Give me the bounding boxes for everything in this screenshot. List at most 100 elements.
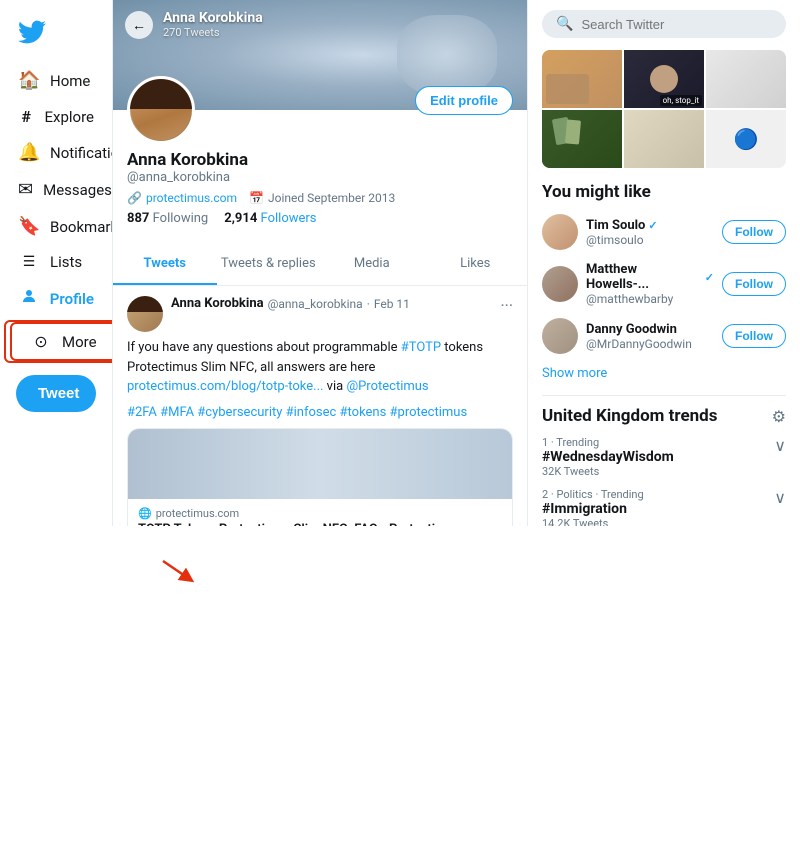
sidebar-item-home[interactable]: 🏠 Home (0, 62, 112, 99)
avatar-face (131, 80, 191, 140)
followers-stat[interactable]: 2,914 Followers (224, 211, 316, 226)
trends-header: United Kingdom trends ⚙ (542, 406, 786, 426)
verified-icon-tim: ✓ (648, 219, 657, 232)
photo-cell-6: 🔵 (706, 110, 786, 168)
trends-title: United Kingdom trends (542, 406, 717, 426)
profile-nav-bar: ← Anna Korobkina 270 Tweets (113, 4, 527, 45)
tweet-mention[interactable]: @Protectimus (346, 379, 428, 394)
link-card-body: 🌐 protectimus.com TOTP Tokens Protectimu… (128, 499, 512, 527)
person-icon (18, 287, 40, 310)
matthew-name: Matthew Howells-... ✓ (586, 262, 714, 292)
tweet-button[interactable]: Tweet (16, 375, 96, 412)
tweet-more-button[interactable]: ··· (500, 296, 513, 315)
sidebar-item-label: Profile (50, 290, 94, 308)
following-label: Following (153, 211, 209, 226)
photo-text-2: oh, stop_it (660, 95, 702, 106)
profile-stats: 887 Following 2,914 Followers (127, 211, 513, 226)
twitter-logo (0, 10, 66, 58)
back-button[interactable]: ← (125, 11, 153, 39)
tweet-hashtag1[interactable]: #TOTP (401, 340, 441, 355)
search-input[interactable] (581, 17, 772, 32)
link-card-domain: 🌐 protectimus.com (138, 507, 502, 520)
tweet-author-avatar (127, 296, 163, 332)
trend-1-expand-icon[interactable]: ∨ (774, 436, 786, 455)
sidebar: 🏠 Home # Explore 🔔 Notifications ✉ Messa… (0, 0, 113, 526)
tweet-author-name: Anna Korobkina (171, 296, 264, 311)
profile-joined: 📅 Joined September 2013 (249, 191, 395, 205)
follow-button-danny[interactable]: Follow (722, 324, 786, 348)
sidebar-item-lists[interactable]: ☰ Lists (0, 245, 112, 279)
link-card-image-inner (128, 429, 512, 499)
trend-item-1: 1 · Trending #WednesdayWisdom 32K Tweets… (542, 436, 786, 478)
profile-nav-name: Anna Korobkina (163, 10, 263, 26)
follow-item-matthew: Matthew Howells-... ✓ @matthewbarby Foll… (542, 262, 786, 306)
tim-name: Tim Soulo ✓ (586, 218, 714, 233)
sidebar-item-label: Bookmarks (50, 218, 113, 236)
tweet-link[interactable]: protectimus.com/blog/totp-toke... (127, 379, 323, 394)
trend-1-name[interactable]: #WednesdayWisdom (542, 449, 674, 465)
avatar-area: Edit profile (113, 76, 527, 144)
follow-button-tim[interactable]: Follow (722, 220, 786, 244)
sidebar-item-explore[interactable]: # Explore (0, 99, 112, 134)
profile-nav-info: Anna Korobkina 270 Tweets (163, 10, 263, 39)
divider (542, 395, 786, 396)
following-stat[interactable]: 887 Following (127, 211, 208, 226)
calendar-icon: 📅 (249, 191, 264, 205)
globe-icon: 🌐 (138, 507, 152, 520)
trend-2-count: 14.2K Tweets (542, 517, 644, 526)
trend-2-expand-icon[interactable]: ∨ (774, 488, 786, 507)
show-more-link[interactable]: Show more (542, 366, 786, 381)
explore-icon: # (18, 107, 35, 126)
photo-cell-4 (542, 110, 622, 168)
home-icon: 🏠 (18, 70, 40, 91)
profile-website[interactable]: 🔗 protectimus.com (127, 191, 237, 205)
tweet-text-before: If you have any questions about programm… (127, 340, 401, 355)
tweet-text-via: via (323, 379, 346, 394)
avatar-hair (131, 80, 191, 109)
link-icon: 🔗 (127, 191, 142, 205)
tab-tweets-replies[interactable]: Tweets & replies (217, 244, 321, 285)
trends-settings-icon[interactable]: ⚙ (772, 407, 786, 426)
matthew-handle: @matthewbarby (586, 292, 714, 306)
link-preview-card[interactable]: 🌐 protectimus.com TOTP Tokens Protectimu… (127, 428, 513, 527)
tweet-card: Anna Korobkina @anna_korobkina · Feb 11 … (113, 286, 527, 526)
profile-info: Anna Korobkina @anna_korobkina 🔗 protect… (113, 144, 527, 240)
sidebar-item-label: Explore (45, 108, 95, 126)
tab-media[interactable]: Media (320, 244, 424, 285)
tweet-avatar-hair (127, 296, 163, 312)
sidebar-item-messages[interactable]: ✉ Messages (0, 171, 112, 208)
danny-avatar (542, 318, 578, 354)
profile-meta: 🔗 protectimus.com 📅 Joined September 201… (127, 191, 513, 205)
more-icon: ⊙ (30, 332, 52, 351)
sidebar-item-label: Notifications (50, 144, 113, 162)
edit-profile-button[interactable]: Edit profile (415, 86, 513, 115)
avatar (127, 76, 195, 144)
sidebar-item-bookmarks[interactable]: 🔖 Bookmarks (0, 208, 112, 245)
tweet-text: If you have any questions about programm… (127, 338, 513, 397)
follow-item-tim: Tim Soulo ✓ @timsoulo Follow (542, 214, 786, 250)
matthew-avatar (542, 266, 578, 302)
sidebar-more-label: More (62, 333, 97, 351)
sidebar-item-notifications[interactable]: 🔔 Notifications (0, 134, 112, 171)
tab-likes[interactable]: Likes (424, 244, 528, 285)
photos-grid: oh, stop_it 🔵 (542, 50, 786, 168)
followers-label: Followers (261, 211, 317, 226)
search-icon: 🔍 (556, 16, 573, 32)
tweet-header: Anna Korobkina @anna_korobkina · Feb 11 … (127, 296, 513, 332)
search-bar[interactable]: 🔍 (542, 10, 786, 38)
tab-tweets[interactable]: Tweets (113, 244, 217, 285)
sidebar-item-label: Home (50, 72, 90, 90)
main-content: ← Anna Korobkina 270 Tweets Edit profile… (113, 0, 528, 526)
sidebar-item-label: Messages (43, 181, 112, 199)
tweet-user-info: Anna Korobkina @anna_korobkina · Feb 11 (171, 296, 492, 311)
tweet-date: Feb 11 (374, 297, 410, 311)
sidebar-item-more[interactable]: ⊙ More (10, 322, 113, 361)
right-sidebar: 🔍 oh, stop_it (528, 0, 800, 526)
trend-2-name[interactable]: #Immigration (542, 501, 644, 517)
tim-info: Tim Soulo ✓ @timsoulo (586, 218, 714, 247)
danny-handle: @MrDannyGoodwin (586, 337, 714, 351)
verified-icon-matthew: ✓ (705, 271, 714, 284)
you-might-like-title: You might like (542, 182, 786, 202)
sidebar-item-profile[interactable]: Profile (0, 279, 112, 318)
follow-button-matthew[interactable]: Follow (722, 272, 786, 296)
